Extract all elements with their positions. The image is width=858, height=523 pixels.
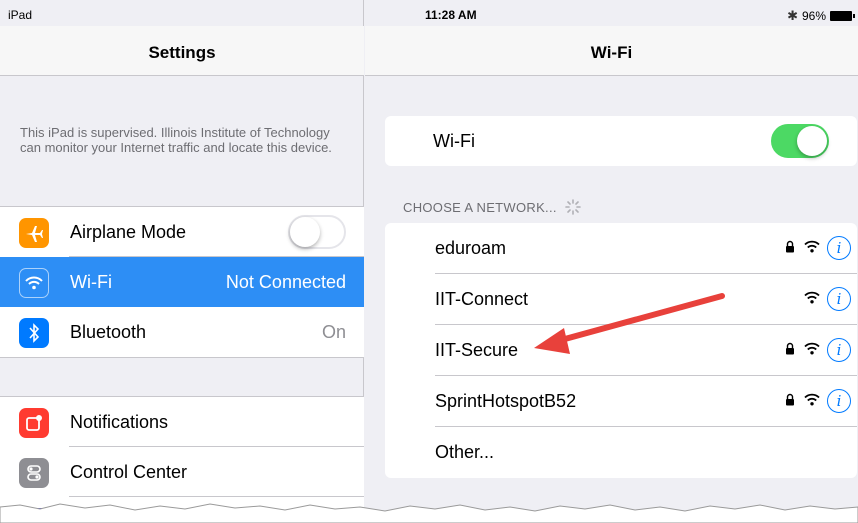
settings-header: Settings	[0, 26, 364, 76]
info-icon[interactable]: i	[827, 236, 851, 260]
choose-network-header: CHOOSE A NETWORK...	[403, 199, 581, 215]
settings-item-wifi[interactable]: Wi-Fi Not Connected	[0, 257, 364, 307]
lock-icon	[786, 342, 794, 355]
settings-item-label: Notifications	[70, 411, 169, 432]
settings-item-label: Control Center	[70, 461, 188, 482]
status-bar: iPad 11:28 AM ✱ 96%	[0, 0, 858, 26]
bluetooth-status-icon: ✱	[787, 8, 798, 23]
wifi-status-value: Not Connected	[225, 271, 346, 292]
notifications-icon	[19, 408, 49, 438]
lock-icon	[786, 240, 794, 253]
loading-spinner-icon	[564, 199, 581, 215]
battery-percent: 96%	[801, 9, 826, 23]
wifi-toggle[interactable]	[771, 124, 829, 158]
settings-title: Settings	[148, 43, 216, 62]
settings-item-airplane-mode[interactable]: Airplane Mode	[0, 207, 364, 257]
network-name: IIT-Secure	[435, 340, 519, 360]
wifi-toggle-label: Wi-Fi	[433, 131, 475, 151]
network-name: IIT-Connect	[435, 289, 529, 309]
status-right: ✱ 96%	[787, 8, 855, 24]
supervised-notice: This iPad is supervised. Illinois Instit…	[20, 125, 332, 155]
wifi-signal-icon	[804, 240, 820, 253]
info-icon[interactable]: i	[827, 287, 851, 311]
settings-item-control-center[interactable]: Control Center	[0, 447, 364, 497]
info-icon[interactable]: i	[827, 338, 851, 362]
network-row-eduroam[interactable]: eduroam i	[385, 223, 857, 274]
network-row-other[interactable]: Other...	[385, 427, 857, 478]
settings-item-label: Wi-Fi	[70, 271, 112, 292]
airplane-mode-toggle[interactable]	[288, 215, 346, 249]
settings-pane: Settings This iPad is supervised. Illino…	[0, 0, 364, 523]
wifi-pane: Wi-Fi Wi-Fi CHOOSE A NETWORK... eduroam …	[365, 0, 858, 523]
settings-item-bluetooth[interactable]: Bluetooth On	[0, 307, 364, 357]
ipad-screen: Settings This iPad is supervised. Illino…	[0, 0, 858, 523]
airplane-icon	[19, 218, 49, 248]
other-network-label: Other...	[435, 442, 495, 462]
info-icon[interactable]: i	[827, 389, 851, 413]
battery-icon	[830, 11, 855, 21]
wifi-icon	[19, 268, 49, 298]
wifi-toggle-card: Wi-Fi	[385, 116, 857, 166]
device-name: iPad	[8, 8, 33, 22]
network-name: SprintHotspotB52	[435, 391, 577, 411]
wifi-signal-icon	[804, 393, 820, 406]
torn-edge	[0, 503, 858, 523]
wifi-title: Wi-Fi	[590, 43, 633, 62]
wifi-toggle-row: Wi-Fi	[385, 116, 857, 166]
control-center-icon	[19, 458, 49, 488]
bluetooth-icon	[19, 318, 49, 348]
settings-item-notifications[interactable]: Notifications	[0, 397, 364, 447]
settings-item-label: Airplane Mode	[70, 221, 187, 242]
wifi-signal-icon	[804, 291, 820, 304]
wifi-signal-icon	[804, 342, 820, 355]
network-name: eduroam	[435, 238, 507, 258]
status-time: 11:28 AM	[425, 8, 477, 22]
choose-network-label: CHOOSE A NETWORK...	[403, 199, 557, 215]
network-row-sprinthotspotb52[interactable]: SprintHotspotB52 i	[385, 376, 857, 427]
bluetooth-status-value: On	[321, 321, 346, 342]
lock-icon	[786, 393, 794, 406]
wifi-header: Wi-Fi	[365, 26, 858, 76]
settings-group-connectivity: Airplane Mode Wi-Fi Not Connected Blueto…	[0, 206, 364, 358]
settings-item-label: Bluetooth	[70, 321, 147, 342]
annotation-arrow	[534, 293, 725, 354]
